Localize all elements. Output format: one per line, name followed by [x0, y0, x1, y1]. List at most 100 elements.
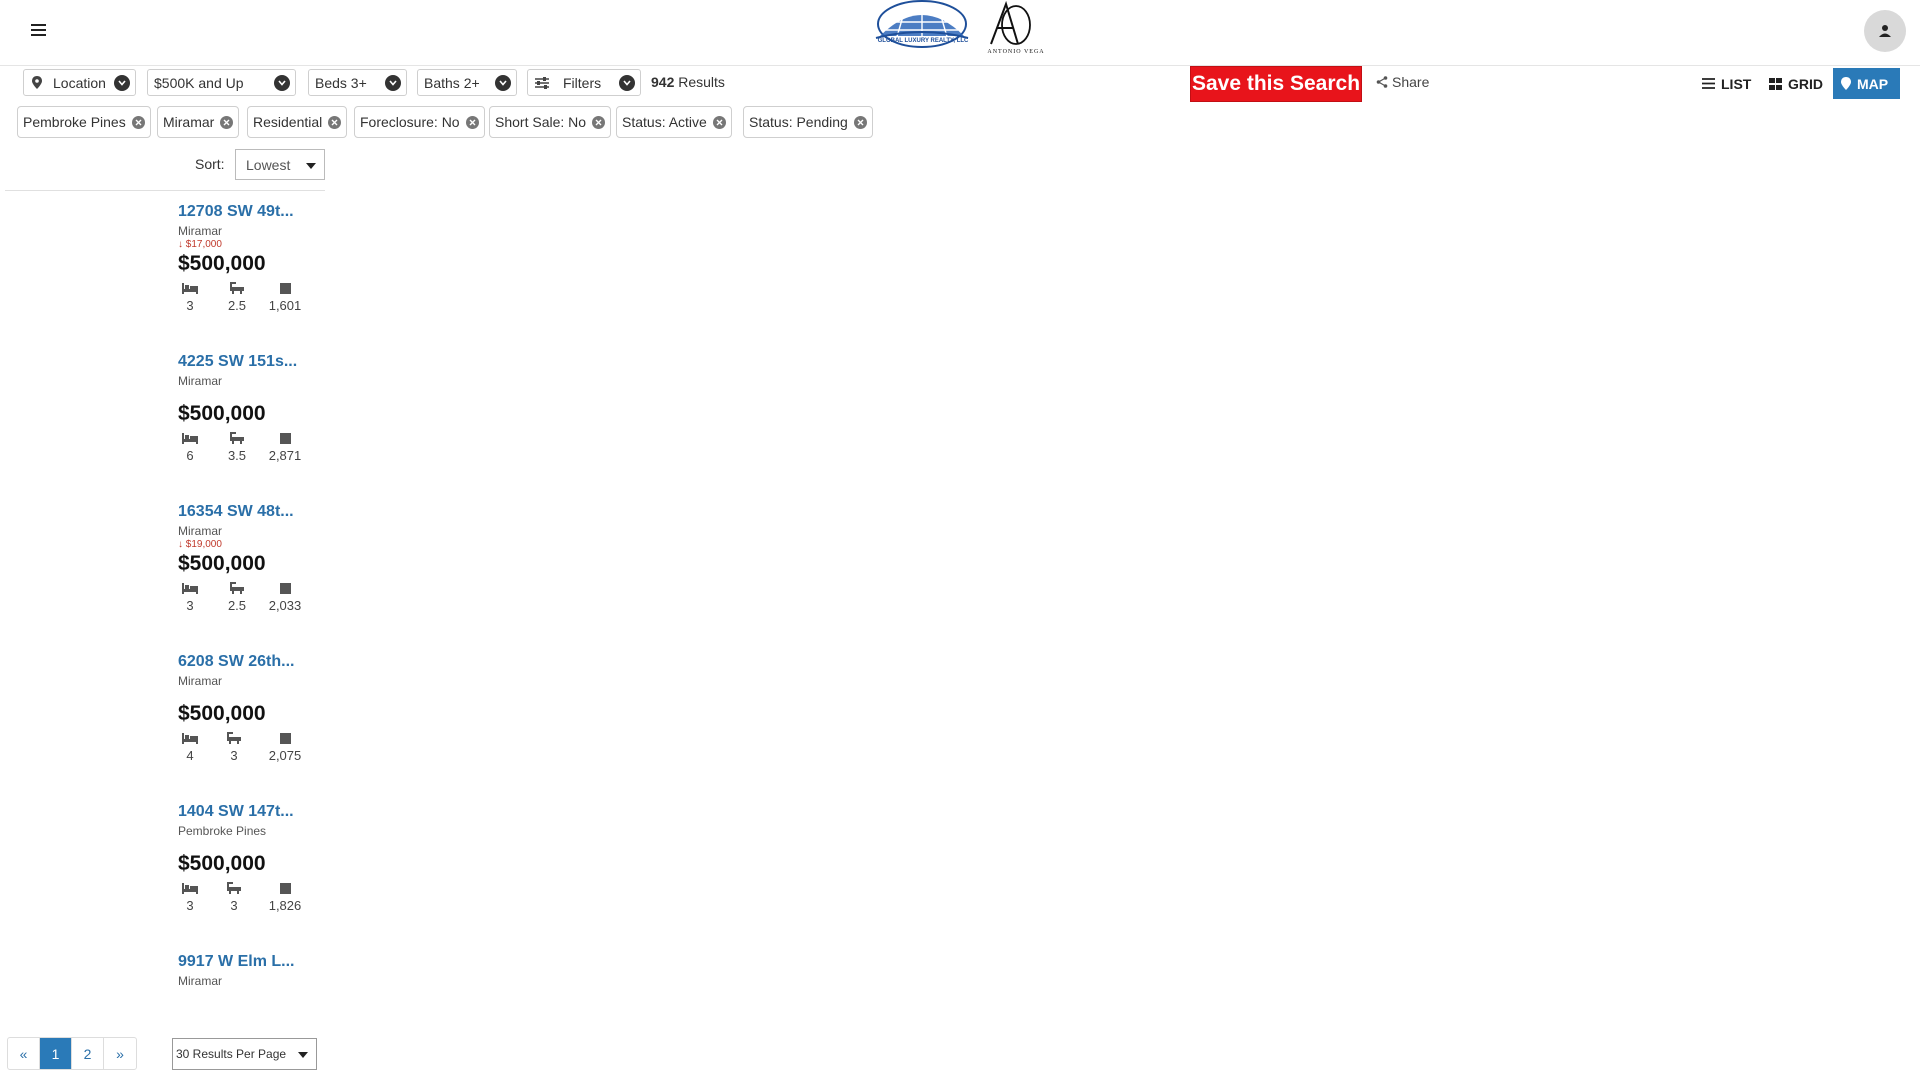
listing-card[interactable]: 4225 SW 151s... Miramar $500,000 6 3.5 2… [178, 352, 328, 466]
close-icon[interactable] [328, 115, 342, 129]
listing-price: $500,000 [178, 402, 266, 425]
list-view-label: LIST [1721, 75, 1752, 92]
results-per-page-select[interactable]: 30 Results Per Page [172, 1038, 317, 1070]
sqft-value: 1,826 [268, 898, 302, 913]
baths-value: 3 [230, 748, 238, 763]
beds-dropdown[interactable]: Beds 3+ [308, 69, 407, 96]
logo-right-text: ANTONIO VEGA [987, 49, 1045, 55]
listing-card[interactable]: 1404 SW 147t... Pembroke Pines $500,000 … [178, 802, 328, 916]
listing-address[interactable]: 12708 SW 49t... [178, 202, 328, 222]
close-icon[interactable] [131, 115, 145, 129]
listing-stats: 3 2.5 1,601 [178, 280, 318, 316]
divider [5, 190, 325, 191]
beds-value: 3 [186, 898, 194, 913]
beds-value: 6 [186, 448, 194, 463]
listing-address[interactable]: 4225 SW 151s... [178, 352, 328, 372]
brand-logos[interactable]: GLOBAL LUXURY REALTY, LLC ANTONIO VEGA [866, 0, 1056, 64]
map-pin-icon [1841, 77, 1851, 90]
close-icon[interactable] [465, 115, 479, 129]
results-count: 942 Results [651, 74, 725, 90]
beds-value: 4 [186, 748, 194, 763]
share-button[interactable]: Share [1376, 74, 1429, 90]
chip-label: Foreclosure: No [360, 114, 460, 130]
close-icon[interactable] [592, 115, 606, 129]
beds-value: 3 [186, 298, 194, 313]
listing-card[interactable]: 9917 W Elm L... Miramar [178, 952, 328, 988]
sqft-value: 2,033 [268, 598, 302, 613]
close-icon[interactable] [853, 115, 867, 129]
bed-icon [182, 732, 198, 744]
bed-icon [182, 432, 198, 444]
map-view-button[interactable]: MAP [1833, 68, 1900, 99]
location-label: Location [53, 74, 106, 91]
price-dropdown[interactable]: $500K and Up [147, 69, 296, 96]
listing-address[interactable]: 1404 SW 147t... [178, 802, 328, 822]
results-label: Results [678, 74, 725, 90]
more-filters-dropdown[interactable]: Filters [527, 69, 641, 96]
listing-address[interactable]: 9917 W Elm L... [178, 952, 328, 972]
listing-city: Miramar [178, 224, 222, 238]
sort-select[interactable]: Lowest [235, 149, 325, 180]
listing-card[interactable]: 12708 SW 49t... Miramar ↓ $17,000 $500,0… [178, 202, 328, 316]
chip-label: Residential [253, 114, 323, 130]
listing-city: Miramar [178, 524, 222, 538]
filter-chip: Short Sale: No [489, 106, 612, 138]
filter-chip: Status: Active [616, 106, 732, 138]
listing-stats: 3 2.5 2,033 [178, 580, 318, 616]
listing-card[interactable]: 16354 SW 48t... Miramar ↓ $19,000 $500,0… [178, 502, 328, 616]
prev-page-button[interactable]: « [8, 1038, 40, 1069]
bath-icon [230, 582, 244, 594]
caret-down-icon [298, 1052, 308, 1058]
listing-address[interactable]: 6208 SW 26th... [178, 652, 328, 672]
baths-value: 3.5 [227, 448, 247, 463]
area-icon [279, 582, 291, 594]
bath-icon [230, 282, 244, 294]
listing-card[interactable]: 6208 SW 26th... Miramar $500,000 4 3 2,0… [178, 652, 328, 766]
area-icon [279, 882, 291, 894]
location-dropdown[interactable]: Location [23, 69, 136, 96]
bed-icon [182, 582, 198, 594]
list-view-button[interactable]: LIST [1694, 68, 1759, 99]
baths-value: 2.5 [227, 298, 247, 313]
close-icon[interactable] [220, 115, 234, 129]
filter-chip: Miramar [157, 106, 240, 138]
beds-label: Beds 3+ [315, 74, 367, 91]
price-drop: ↓ $17,000 [178, 239, 222, 250]
page-button[interactable]: 1 [40, 1038, 72, 1069]
chevron-down-icon [619, 75, 635, 91]
next-page-button[interactable]: » [104, 1038, 136, 1069]
sort-value: Lowest [246, 156, 291, 173]
baths-dropdown[interactable]: Baths 2+ [417, 69, 517, 96]
filter-chip: Residential [247, 106, 348, 138]
user-account-button[interactable] [1864, 10, 1906, 52]
map-pin-icon [32, 76, 42, 89]
area-icon [279, 282, 291, 294]
chip-label: Status: Active [622, 114, 707, 130]
sqft-value: 2,871 [268, 448, 302, 463]
site-header: GLOBAL LUXURY REALTY, LLC ANTONIO VEGA [0, 0, 1920, 66]
pagination: « 1 2 » [7, 1037, 137, 1070]
map-view-label: MAP [1857, 75, 1889, 92]
sort-label: Sort: [195, 156, 225, 172]
page-button[interactable]: 2 [72, 1038, 104, 1069]
bath-icon [227, 882, 241, 894]
listing-address[interactable]: 16354 SW 48t... [178, 502, 328, 522]
save-search-button[interactable]: Save this Search [1190, 66, 1362, 102]
filter-chip: Pembroke Pines [17, 106, 151, 138]
hamburger-menu-icon[interactable] [26, 18, 50, 42]
price-drop: ↓ $19,000 [178, 539, 222, 550]
filter-chip: Foreclosure: No [354, 106, 485, 138]
chip-label: Status: Pending [749, 114, 848, 130]
baths-value: 2.5 [227, 598, 247, 613]
bath-icon [230, 432, 244, 444]
listing-stats: 6 3.5 2,871 [178, 430, 318, 466]
price-drop [178, 388, 328, 402]
close-icon[interactable] [712, 115, 726, 129]
sqft-value: 2,075 [268, 748, 302, 763]
listing-price: $500,000 [178, 852, 266, 875]
bed-icon [182, 282, 198, 294]
listing-city: Miramar [178, 374, 222, 388]
area-icon [279, 732, 291, 744]
logo-left-text: GLOBAL LUXURY REALTY, LLC [877, 38, 969, 44]
grid-view-button[interactable]: GRID [1761, 68, 1831, 99]
